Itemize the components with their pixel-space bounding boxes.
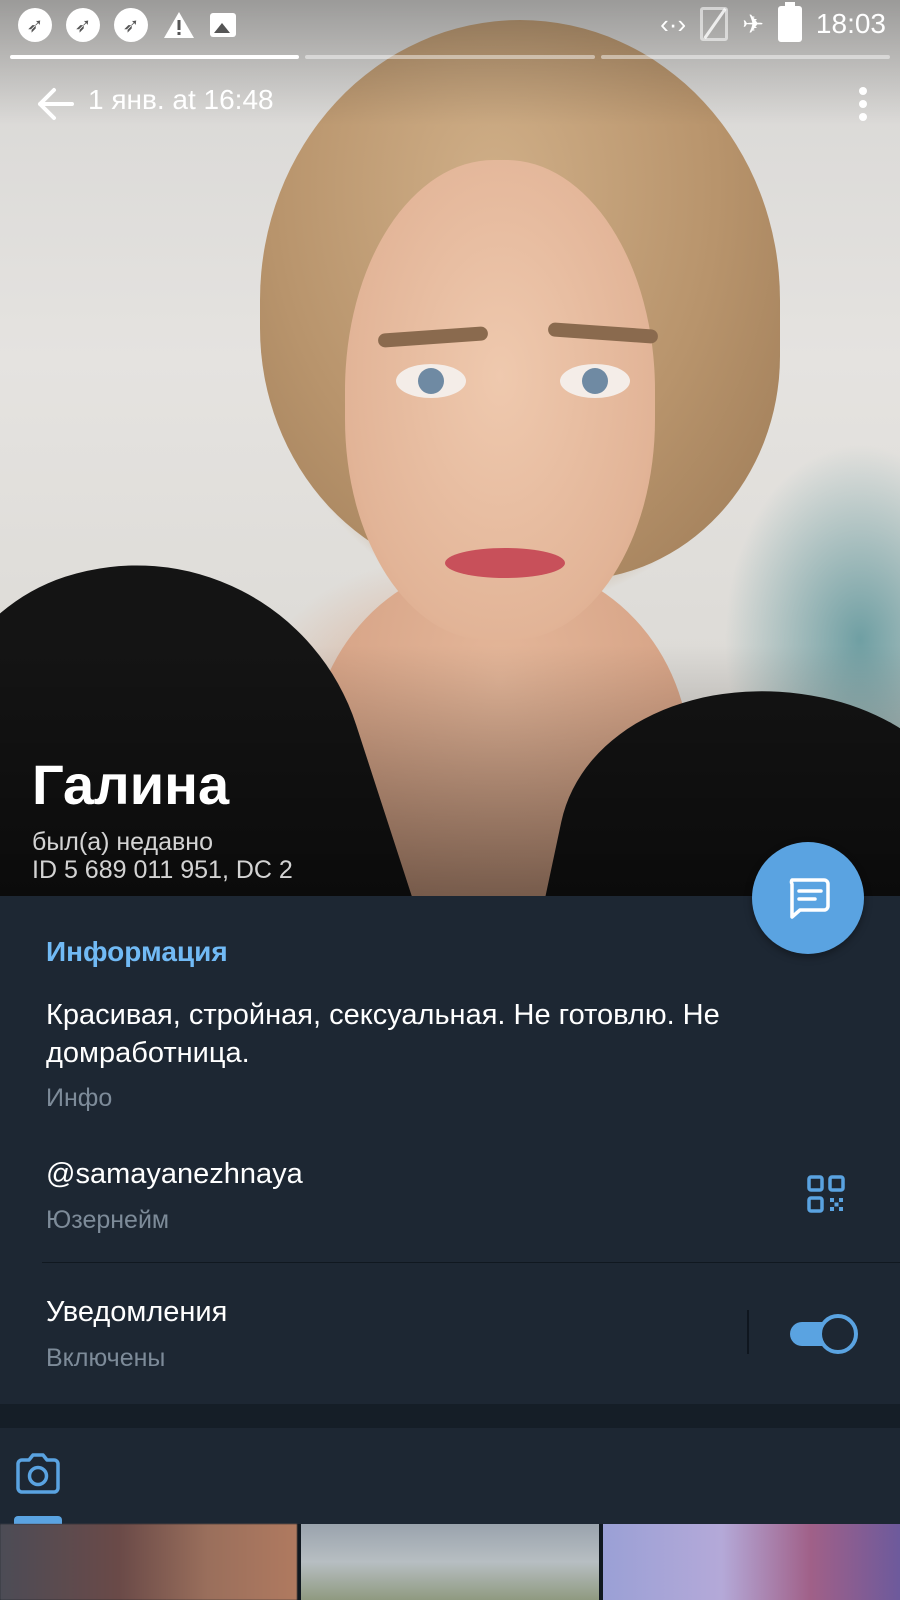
photo-date: 1 янв. at 16:48 bbox=[88, 84, 274, 115]
notifications-toggle[interactable] bbox=[790, 1314, 858, 1354]
divider bbox=[747, 1310, 749, 1354]
tab-media[interactable] bbox=[14, 1452, 62, 1496]
back-button[interactable] bbox=[34, 84, 78, 124]
last-seen-text: был(а) недавно bbox=[32, 828, 214, 856]
media-thumbnail[interactable] bbox=[602, 1524, 900, 1600]
bio-text[interactable]: Красивая, стройная, сексуальная. Не гото… bbox=[46, 996, 826, 1072]
app-notification-icon: ➶ bbox=[66, 8, 100, 42]
divider bbox=[42, 1262, 900, 1263]
app-notification-icon: ➶ bbox=[18, 8, 52, 42]
info-section: Информация Красивая, стройная, сексуальн… bbox=[0, 896, 900, 1404]
app-notification-icon: ➶ bbox=[114, 8, 148, 42]
profile-name: Галина bbox=[32, 753, 230, 816]
notifications-title[interactable]: Уведомления bbox=[46, 1296, 227, 1329]
media-grid bbox=[0, 1524, 900, 1600]
progress-segment bbox=[600, 55, 890, 59]
username-label: Юзернейм bbox=[46, 1206, 170, 1234]
notifications-status: Включены bbox=[46, 1344, 166, 1372]
media-thumbnail[interactable] bbox=[0, 1524, 298, 1600]
send-message-button[interactable] bbox=[752, 842, 864, 954]
progress-segment bbox=[305, 55, 595, 59]
section-title: Информация bbox=[46, 936, 228, 967]
status-time: 18:03 bbox=[815, 8, 886, 39]
image-icon bbox=[210, 13, 236, 37]
airplane-mode-icon: ✈ bbox=[742, 8, 764, 39]
profile-id-text: ID 5 689 011 951, DC 2 bbox=[32, 856, 293, 884]
username-text[interactable]: @samayanezhnaya bbox=[46, 1158, 303, 1191]
profile-status: был(а) недавно ID 5 689 011 951, DC 2 bbox=[32, 828, 293, 884]
no-sim-icon bbox=[700, 7, 729, 41]
qr-code-icon bbox=[807, 1175, 845, 1213]
section-gap bbox=[0, 1404, 900, 1428]
tab-indicator bbox=[14, 1516, 62, 1524]
camera-icon bbox=[16, 1453, 60, 1494]
media-thumbnail[interactable] bbox=[301, 1524, 599, 1600]
warning-icon bbox=[162, 8, 196, 42]
top-bar: 1 янв. at 16:48 bbox=[0, 70, 900, 136]
message-icon bbox=[789, 878, 830, 919]
status-bar: ➶ ➶ ➶ ‹·› ✈ 18:03 bbox=[0, 0, 900, 48]
battery-charging-icon bbox=[777, 2, 802, 42]
data-transfer-icon: ‹·› bbox=[660, 8, 687, 39]
progress-segment bbox=[10, 55, 300, 59]
media-tabs bbox=[0, 1428, 900, 1524]
bio-label: Инфо bbox=[46, 1084, 113, 1112]
story-progress bbox=[10, 55, 890, 59]
more-menu-button[interactable] bbox=[856, 84, 870, 124]
more-vertical-icon bbox=[859, 87, 867, 95]
arrow-left-icon bbox=[38, 88, 74, 120]
qr-code-button[interactable] bbox=[806, 1174, 846, 1214]
